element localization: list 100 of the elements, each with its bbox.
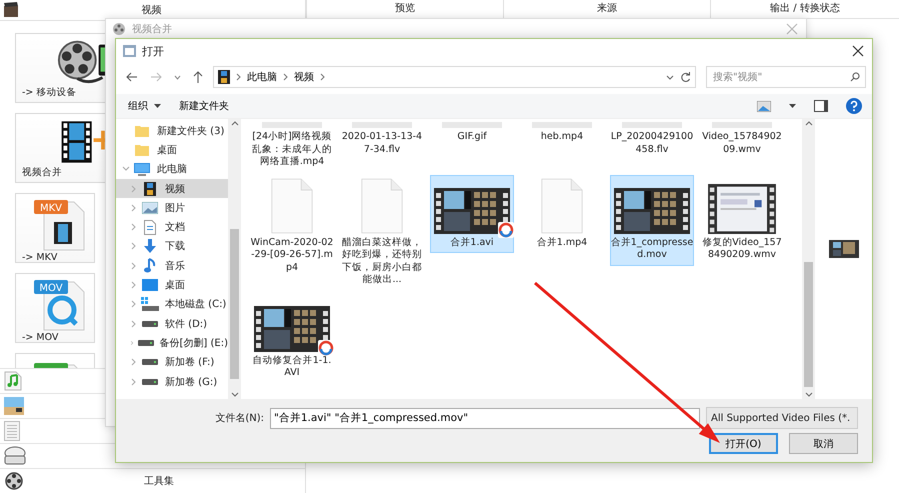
nav-item[interactable]: 桌面 (116, 275, 228, 295)
breadcrumb-item[interactable]: 视频 (294, 70, 314, 84)
format-badge: MOV (34, 280, 68, 294)
nav-item[interactable]: 新加卷 (G:) (116, 372, 228, 392)
nav-item[interactable]: 下载 (116, 236, 228, 256)
category-label: 工具集 (144, 475, 174, 488)
nav-item[interactable]: 软件 (D:) (116, 314, 228, 334)
music-note-icon (144, 258, 156, 274)
filename-label: 文件名(N): (215, 412, 264, 425)
caret-icon[interactable] (666, 74, 674, 80)
preview-pane-icon[interactable] (814, 100, 828, 112)
chevron-right-icon[interactable] (130, 338, 135, 347)
caret-icon[interactable] (789, 104, 796, 108)
search-icon[interactable] (850, 72, 860, 82)
folder-icon (135, 124, 149, 137)
picture-icon[interactable] (4, 397, 24, 415)
format-badge: MKV (34, 200, 68, 214)
organize-menu[interactable]: 组织 (128, 99, 161, 113)
folder-icon (135, 144, 149, 156)
file-item[interactable]: 2020-01-13-13-47-34.flv (340, 119, 424, 160)
scroll-down-icon[interactable] (804, 392, 812, 397)
chevron-right-icon[interactable] (130, 320, 138, 328)
panel-title: 视频 (140, 4, 162, 17)
chevron-right-icon[interactable] (130, 262, 138, 270)
tile-label: -> MKV (22, 252, 58, 263)
file-item[interactable]: 修复的Video_1578490209.wmv (700, 174, 784, 266)
scroll-down-icon[interactable] (230, 392, 238, 397)
caret-icon (154, 104, 161, 108)
file-item[interactable]: 醋溜白菜这样做，好吃到爆，还特别下饭，厨房小白都能做出... (340, 174, 424, 290)
nav-item[interactable]: 新加卷 (F:) (116, 352, 228, 372)
document-icon (144, 220, 156, 235)
open-button[interactable]: 打开(O) (709, 433, 778, 454)
blank-file-icon (361, 178, 403, 234)
document-icon[interactable] (4, 421, 20, 441)
chevron-right-icon (283, 73, 288, 81)
desktop-icon (142, 279, 158, 292)
help-icon[interactable] (846, 98, 862, 114)
file-item[interactable]: heb.mp4 (520, 119, 604, 148)
disc-drive-icon[interactable] (4, 446, 26, 466)
chevron-right-icon[interactable] (130, 358, 138, 366)
new-folder-button[interactable]: 新建文件夹 (179, 99, 229, 113)
up-arrow-icon[interactable] (193, 71, 203, 83)
film-reel-icon[interactable] (4, 471, 24, 491)
film-reel-icon (112, 22, 126, 36)
file-item[interactable]: 合并1.mp4 (520, 174, 604, 253)
scroll-up-icon[interactable] (230, 121, 238, 126)
nav-item[interactable]: 音乐 (116, 256, 228, 276)
file-item[interactable]: [24小时]网络视频乱象：未成年人的网络直播.mp4 (250, 119, 334, 172)
back-arrow-icon[interactable] (126, 72, 138, 82)
scrollbar-thumb[interactable] (230, 229, 239, 379)
file-item[interactable]: LP_20200429100458.flv (610, 119, 694, 160)
file-type-dropdown[interactable]: All Supported Video Files (*. (706, 407, 858, 429)
task-tile[interactable]: MKV -> MKV (15, 192, 95, 263)
picture-icon (142, 202, 158, 214)
tile-label: -> 移动设备 (22, 86, 78, 99)
chevron-down-icon[interactable] (122, 165, 130, 174)
clapperboard-icon (4, 2, 18, 18)
drive-icon (142, 378, 158, 384)
nav-item[interactable]: 备份[勿删] (E:) (116, 333, 228, 353)
drive-icon (142, 359, 158, 366)
chevron-right-icon[interactable] (130, 184, 138, 193)
dialog-title: 打开 (142, 44, 165, 58)
scroll-up-icon[interactable] (804, 121, 812, 126)
nav-item[interactable]: 视频 (116, 178, 228, 198)
forward-arrow-icon[interactable] (150, 72, 162, 82)
window-title: 视频合并 (132, 22, 173, 36)
file-item[interactable]: WinCam-2020-02-29-[09-26-57].mp4 (250, 174, 334, 278)
file-item[interactable]: 自动修复合并1-1.AVI (250, 292, 334, 384)
film-icon (218, 70, 230, 84)
scrollbar-thumb[interactable] (804, 262, 813, 386)
download-icon (143, 238, 157, 254)
file-item[interactable]: GIF.gif (430, 119, 514, 148)
task-tile[interactable]: MOV -> MOV (15, 272, 95, 343)
film-icon (144, 182, 156, 196)
computer-icon (134, 162, 150, 176)
blank-file-icon (541, 178, 583, 234)
chevron-right-icon[interactable] (130, 281, 138, 290)
close-icon[interactable] (852, 45, 864, 57)
cancel-button[interactable]: 取消 (789, 433, 858, 454)
music-file-icon[interactable] (4, 371, 22, 391)
chevron-right-icon[interactable] (130, 204, 138, 212)
file-item[interactable]: 合并1.avi (430, 174, 514, 253)
chevron-right-icon[interactable] (130, 223, 138, 232)
refresh-icon[interactable] (680, 72, 691, 82)
nav-item[interactable]: 图片 (116, 198, 228, 218)
breadcrumb-item[interactable]: 此电脑 (247, 70, 277, 84)
app-badge-icon (318, 340, 334, 356)
folder-window-icon (123, 45, 136, 57)
nav-item[interactable]: 本地磁盘 (C:) (116, 294, 228, 314)
file-item[interactable]: 合并1_compressed.mov (610, 174, 694, 266)
view-options-icon[interactable] (757, 100, 771, 112)
chevron-right-icon[interactable] (130, 300, 138, 308)
chevron-right-icon[interactable] (130, 242, 138, 250)
filename-field[interactable]: "合并1.avi" "合并1_compressed.mov" (270, 408, 700, 428)
chevron-right-icon[interactable] (130, 378, 138, 386)
search-field[interactable]: 搜索"视频" (706, 66, 866, 88)
video-thumbnail (707, 184, 777, 234)
file-item[interactable]: Video_1578490209.wmv (700, 119, 784, 160)
address-bar[interactable]: 此电脑 视频 (213, 66, 696, 88)
nav-item[interactable]: 文档 (116, 217, 228, 237)
